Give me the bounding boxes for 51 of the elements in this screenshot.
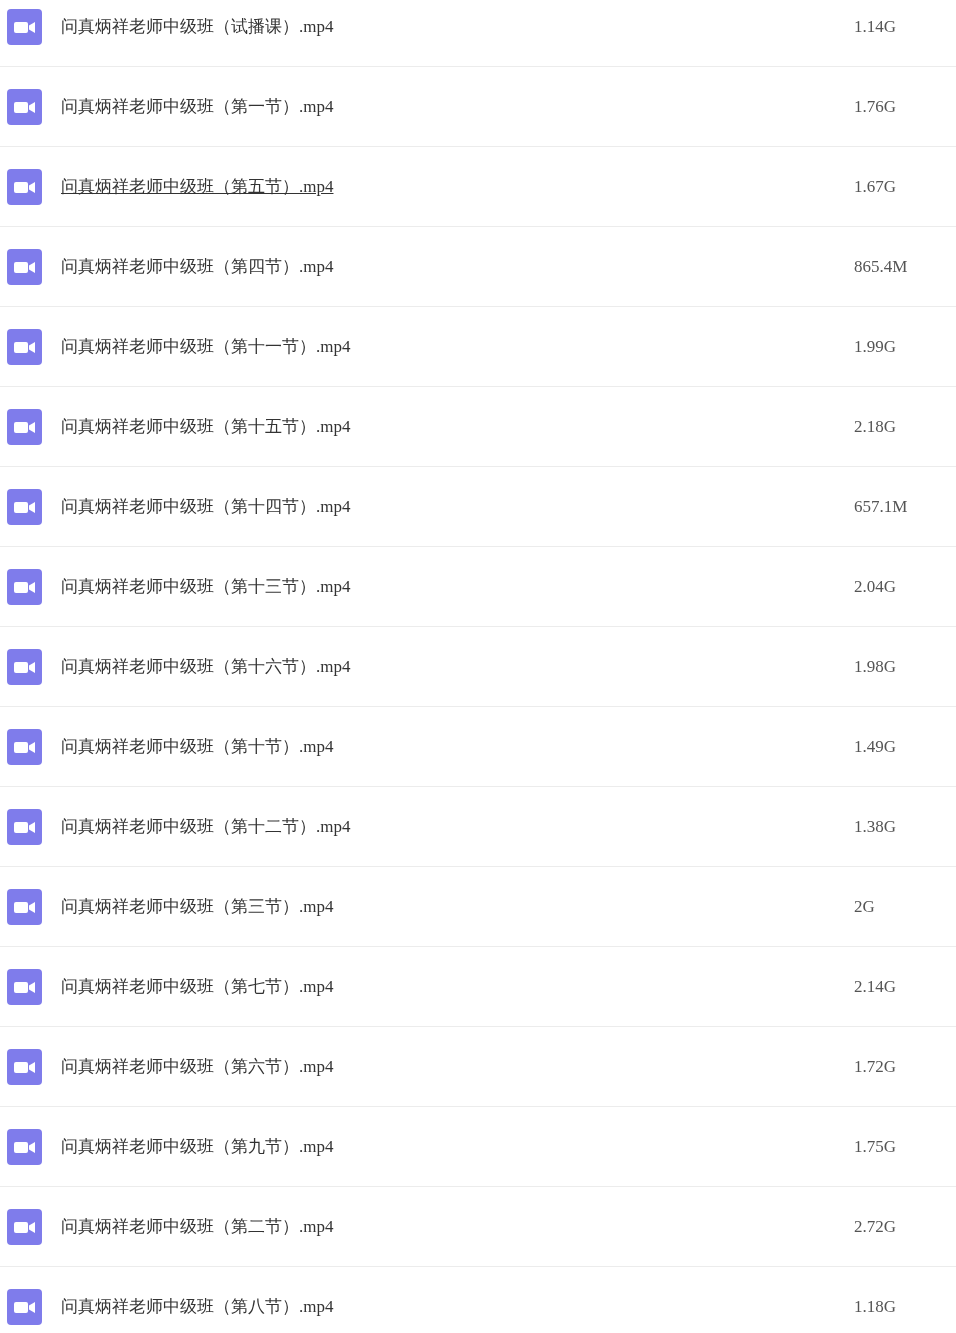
video-file-icon	[7, 888, 42, 925]
video-file-icon	[7, 648, 42, 685]
video-file-icon	[7, 248, 42, 285]
file-size: 1.76G	[854, 95, 898, 118]
file-name[interactable]: 问真炳祥老师中级班（第六节）.mp4	[61, 1053, 334, 1080]
video-file-icon	[7, 8, 42, 45]
video-file-icon	[7, 968, 42, 1005]
video-file-icon	[7, 728, 42, 765]
file-size: 1.18G	[854, 1295, 898, 1318]
file-name[interactable]: 问真炳祥老师中级班（第十节）.mp4	[61, 733, 334, 760]
file-name[interactable]: 问真炳祥老师中级班（第二节）.mp4	[61, 1213, 334, 1240]
file-size: 657.1M	[854, 495, 909, 518]
file-size: 1.99G	[854, 335, 898, 358]
file-name[interactable]: 问真炳祥老师中级班（第九节）.mp4	[61, 1133, 334, 1160]
file-name[interactable]: 问真炳祥老师中级班（第十一节）.mp4	[61, 333, 351, 360]
video-file-icon	[7, 1208, 42, 1245]
file-size: 1.38G	[854, 815, 898, 838]
video-file-icon	[7, 1288, 42, 1325]
file-name[interactable]: 问真炳祥老师中级班（第四节）.mp4	[61, 253, 334, 280]
file-name[interactable]: 问真炳祥老师中级班（第十五节）.mp4	[61, 413, 351, 440]
file-name[interactable]: 问真炳祥老师中级班（第十三节）.mp4	[61, 573, 351, 600]
video-file-icon	[7, 1128, 42, 1165]
file-name[interactable]: 问真炳祥老师中级班（第三节）.mp4	[61, 893, 334, 920]
file-name[interactable]: 问真炳祥老师中级班（第一节）.mp4	[61, 93, 334, 120]
file-name[interactable]: 问真炳祥老师中级班（第十二节）.mp4	[61, 813, 351, 840]
video-file-icon	[7, 568, 42, 605]
file-name[interactable]: 问真炳祥老师中级班（第七节）.mp4	[61, 973, 334, 1000]
video-file-icon	[7, 88, 42, 125]
video-file-icon	[7, 408, 42, 445]
file-size: 1.49G	[854, 735, 898, 758]
file-size: 2.72G	[854, 1215, 898, 1238]
file-size: 2.04G	[854, 575, 898, 598]
video-file-icon	[7, 328, 42, 365]
file-size: 1.75G	[854, 1135, 898, 1158]
file-size: 2G	[854, 895, 876, 918]
file-size: 2.14G	[854, 975, 898, 998]
video-file-icon	[7, 1048, 42, 1085]
file-size: 1.14G	[854, 15, 898, 38]
file-name[interactable]: 问真炳祥老师中级班（第五节）.mp4	[61, 173, 334, 200]
video-file-icon	[7, 168, 42, 205]
file-size: 2.18G	[854, 415, 898, 438]
file-size: 1.98G	[854, 655, 898, 678]
file-name[interactable]: 问真炳祥老师中级班（第八节）.mp4	[61, 1293, 334, 1320]
file-name[interactable]: 问真炳祥老师中级班（第十四节）.mp4	[61, 493, 351, 520]
video-file-icon	[7, 808, 42, 845]
file-size: 865.4M	[854, 255, 909, 278]
video-file-icon	[7, 488, 42, 525]
file-name[interactable]: 问真炳祥老师中级班（试播课）.mp4	[61, 13, 334, 40]
file-name[interactable]: 问真炳祥老师中级班（第十六节）.mp4	[61, 653, 351, 680]
file-size: 1.67G	[854, 175, 898, 198]
file-size: 1.72G	[854, 1055, 898, 1078]
